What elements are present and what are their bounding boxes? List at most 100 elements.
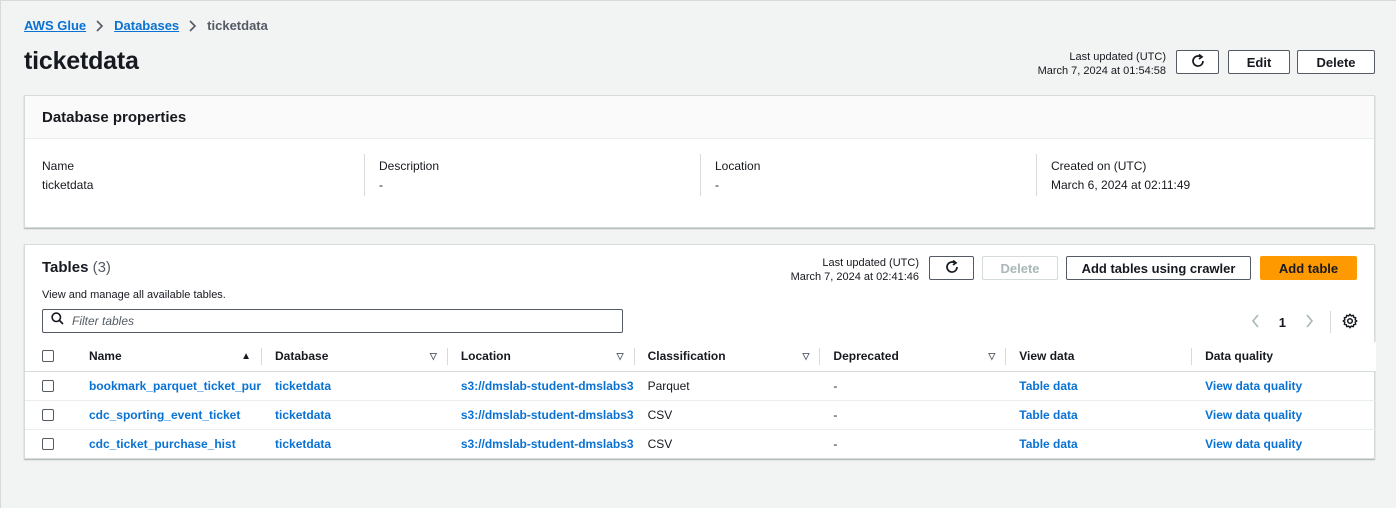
row-checkbox[interactable] bbox=[42, 408, 54, 421]
breadcrumb-databases[interactable]: Databases bbox=[114, 18, 179, 33]
deprecated-cell: - bbox=[833, 407, 838, 422]
add-tables-crawler-button[interactable]: Add tables using crawler bbox=[1066, 256, 1251, 280]
database-link[interactable]: ticketdata bbox=[275, 437, 331, 451]
table-name-link[interactable]: bookmark_parquet_ticket_pur bbox=[89, 379, 261, 393]
column-label: Deprecated bbox=[833, 349, 899, 364]
refresh-icon bbox=[1190, 53, 1206, 72]
last-updated-label: Last updated (UTC) bbox=[1069, 51, 1166, 63]
table-row: cdc_sporting_event_ticket ticketdata s3:… bbox=[25, 400, 1376, 430]
column-name[interactable]: Name ▲ bbox=[74, 342, 262, 372]
chevron-left-icon[interactable] bbox=[1247, 312, 1265, 333]
column-label: Name bbox=[88, 349, 122, 364]
data-quality-link[interactable]: View data quality bbox=[1205, 379, 1302, 393]
divider bbox=[1330, 311, 1331, 333]
database-properties-panel: Database properties Name ticketdata Desc… bbox=[24, 95, 1375, 228]
tables-description: View and manage all available tables. bbox=[42, 289, 226, 301]
prop-value: March 6, 2024 at 02:11:49 bbox=[1051, 178, 1191, 192]
table-name-link[interactable]: cdc_sporting_event_ticket bbox=[89, 408, 240, 422]
column-database[interactable]: Database ▽ bbox=[261, 342, 447, 372]
deprecated-cell: - bbox=[833, 378, 838, 393]
tables-count: (3) bbox=[92, 259, 111, 276]
table-row: bookmark_parquet_ticket_pur ticketdata s… bbox=[25, 371, 1376, 401]
database-link[interactable]: ticketdata bbox=[275, 379, 331, 393]
breadcrumb: AWS Glue Databases ticketdata bbox=[24, 18, 268, 33]
prop-value: ticketdata bbox=[42, 178, 94, 192]
column-location[interactable]: Location ▽ bbox=[446, 342, 634, 372]
column-classification[interactable]: Classification ▽ bbox=[633, 342, 820, 372]
prop-name: Name ticketdata bbox=[42, 159, 93, 192]
divider bbox=[1036, 154, 1037, 196]
refresh-button[interactable] bbox=[1176, 50, 1219, 74]
page-number[interactable]: 1 bbox=[1279, 315, 1286, 330]
chevron-right-icon[interactable] bbox=[1300, 312, 1318, 333]
sort-icon[interactable]: ▽ bbox=[430, 351, 437, 362]
sort-icon[interactable]: ▽ bbox=[617, 351, 624, 362]
column-label: Database bbox=[275, 349, 329, 364]
last-updated-label: Last updated (UTC) bbox=[822, 257, 919, 269]
divider bbox=[633, 348, 635, 365]
sort-ascending-icon[interactable]: ▲ bbox=[241, 351, 251, 362]
tables-title-text: Tables bbox=[42, 259, 89, 276]
filter-placeholder: Filter tables bbox=[72, 314, 135, 328]
tables-title: Tables (3) bbox=[42, 259, 111, 276]
prop-label: Location bbox=[715, 159, 761, 173]
table-name-link[interactable]: cdc_ticket_purchase_hist bbox=[89, 437, 236, 451]
prop-label: Name bbox=[42, 159, 75, 173]
column-label: Classification bbox=[647, 349, 726, 364]
select-all-checkbox[interactable] bbox=[42, 350, 54, 363]
row-checkbox[interactable] bbox=[42, 379, 54, 392]
last-updated-value: March 7, 2024 at 01:54:58 bbox=[1037, 65, 1166, 77]
column-label: Location bbox=[460, 349, 511, 364]
divider bbox=[700, 154, 701, 196]
column-deprecated[interactable]: Deprecated ▽ bbox=[819, 342, 1006, 372]
tables-refresh-button[interactable] bbox=[929, 256, 974, 280]
table-data-link[interactable]: Table data bbox=[1019, 437, 1077, 451]
row-checkbox[interactable] bbox=[42, 437, 54, 450]
table-data-link[interactable]: Table data bbox=[1019, 408, 1077, 422]
divider bbox=[819, 348, 821, 365]
chevron-right-icon bbox=[188, 19, 198, 32]
data-quality-link[interactable]: View data quality bbox=[1205, 408, 1302, 422]
sort-icon[interactable]: ▽ bbox=[988, 351, 995, 362]
breadcrumb-aws-glue[interactable]: AWS Glue bbox=[24, 18, 86, 33]
divider bbox=[1005, 348, 1007, 365]
last-updated: Last updated (UTC) March 7, 2024 at 01:5… bbox=[1038, 50, 1166, 78]
prop-value: - bbox=[379, 178, 383, 192]
chevron-right-icon bbox=[95, 19, 105, 32]
divider bbox=[446, 348, 448, 365]
location-link[interactable]: s3://dmslab-student-dmslabs3 bbox=[461, 437, 634, 451]
sort-icon[interactable]: ▽ bbox=[803, 351, 810, 362]
deprecated-cell: - bbox=[833, 436, 838, 451]
properties-title: Database properties bbox=[25, 96, 1374, 139]
delete-database-button[interactable]: Delete bbox=[1297, 50, 1375, 74]
classification-cell: CSV bbox=[647, 436, 673, 451]
prop-location: Location - bbox=[715, 159, 760, 192]
refresh-icon bbox=[944, 259, 960, 278]
select-all-column bbox=[25, 342, 75, 372]
edit-button[interactable]: Edit bbox=[1228, 50, 1290, 74]
location-link[interactable]: s3://dmslab-student-dmslabs3 bbox=[461, 408, 634, 422]
divider bbox=[1191, 348, 1193, 365]
prop-label: Created on (UTC) bbox=[1051, 159, 1147, 173]
data-quality-link[interactable]: View data quality bbox=[1205, 437, 1302, 451]
prop-label: Description bbox=[379, 159, 440, 173]
filter-tables-input[interactable]: Filter tables bbox=[42, 309, 623, 333]
classification-cell: Parquet bbox=[647, 378, 690, 393]
tables-table: Name ▲ Database ▽ Location ▽ Classification… bbox=[25, 342, 1376, 458]
location-link[interactable]: s3://dmslab-student-dmslabs3 bbox=[461, 379, 634, 393]
gear-icon[interactable] bbox=[1342, 313, 1358, 332]
delete-table-button[interactable]: Delete bbox=[982, 256, 1058, 280]
column-label: Data quality bbox=[1205, 349, 1274, 364]
breadcrumb-current: ticketdata bbox=[207, 18, 268, 33]
last-updated-value: March 7, 2024 at 02:41:46 bbox=[790, 271, 919, 283]
database-link[interactable]: ticketdata bbox=[275, 408, 331, 422]
table-row: cdc_ticket_purchase_hist ticketdata s3:/… bbox=[25, 429, 1376, 458]
column-data-quality: Data quality bbox=[1191, 342, 1376, 372]
table-data-link[interactable]: Table data bbox=[1019, 379, 1077, 393]
column-label: View data bbox=[1019, 349, 1075, 364]
table-header-row: Name ▲ Database ▽ Location ▽ Classification… bbox=[25, 342, 1376, 372]
tables-last-updated: Last updated (UTC) March 7, 2024 at 02:4… bbox=[791, 256, 919, 284]
column-view-data: View data bbox=[1005, 342, 1192, 372]
pagination: 1 bbox=[1247, 311, 1358, 333]
add-table-button[interactable]: Add table bbox=[1260, 256, 1357, 280]
